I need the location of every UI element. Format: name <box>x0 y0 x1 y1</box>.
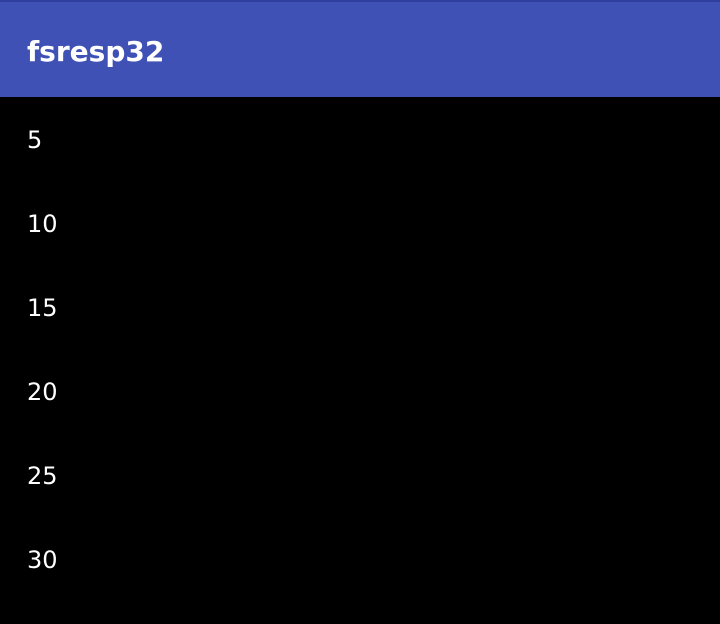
list-item[interactable]: 5 <box>0 97 720 181</box>
list-item[interactable]: 30 <box>0 517 720 601</box>
list-item-label: 20 <box>27 378 58 406</box>
app-title: fsresp32 <box>27 35 165 68</box>
value-list: 5 10 15 20 25 30 <box>0 97 720 601</box>
list-item-label: 30 <box>27 546 58 574</box>
list-item-label: 10 <box>27 210 58 238</box>
app-bar: fsresp32 <box>0 0 720 97</box>
list-item-label: 5 <box>27 126 43 154</box>
list-item[interactable]: 15 <box>0 265 720 349</box>
list-item[interactable]: 25 <box>0 433 720 517</box>
list-item[interactable]: 20 <box>0 349 720 433</box>
list-item-label: 15 <box>27 294 58 322</box>
app-screen: fsresp32 5 10 15 20 25 30 <box>0 0 720 624</box>
list-item-label: 25 <box>27 462 58 490</box>
list-item[interactable]: 10 <box>0 181 720 265</box>
